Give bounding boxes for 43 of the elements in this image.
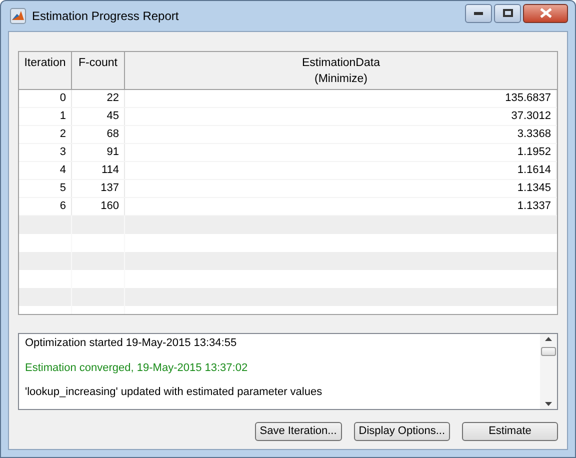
- table-cell: 6: [19, 198, 72, 215]
- table-cell: 37.3012: [125, 108, 557, 125]
- scroll-up-icon[interactable]: [545, 337, 552, 341]
- app-icon: [10, 8, 26, 24]
- table-cell: 1.1345: [125, 180, 557, 197]
- scroll-down-icon[interactable]: [545, 402, 552, 406]
- table-cell: 1.1337: [125, 198, 557, 215]
- minimize-button[interactable]: [465, 4, 492, 22]
- log-line: 'lookup_increasing' updated with estimated parameter values: [25, 386, 322, 398]
- table-cell: 68: [72, 126, 125, 143]
- close-button[interactable]: [523, 4, 568, 22]
- table-cell: 1.1952: [125, 144, 557, 161]
- action-button[interactable]: Display Options...: [354, 422, 450, 441]
- table-cell: 45: [72, 108, 125, 125]
- table-cell: 3.3368: [125, 126, 557, 143]
- table-cell: 160: [72, 198, 125, 215]
- action-button[interactable]: Save Iteration...: [254, 422, 342, 441]
- column-header: Iteration: [24, 56, 66, 71]
- log-line: Optimization started 19-May-2015 13:34:55: [25, 337, 237, 349]
- window-title: Estimation Progress Report: [32, 8, 179, 25]
- table-cell: 91: [72, 144, 125, 161]
- table-cell: 3: [19, 144, 72, 161]
- table-cell: 114: [72, 162, 125, 179]
- table-cell: 135.6837: [125, 90, 557, 107]
- maximize-button[interactable]: [494, 4, 521, 22]
- log-line: Estimation converged, 19-May-2015 13:37:02: [25, 362, 248, 374]
- table-cell: 1.1614: [125, 162, 557, 179]
- column-header: F-count: [78, 56, 118, 71]
- close-icon: [540, 8, 552, 18]
- table-cell: 5: [19, 180, 72, 197]
- table-cell: 137: [72, 180, 125, 197]
- table-cell: 22: [72, 90, 125, 107]
- scrollbar[interactable]: [540, 334, 557, 409]
- minimize-icon: [474, 12, 483, 14]
- table-cell: 2: [19, 126, 72, 143]
- action-button[interactable]: Estimate: [462, 422, 558, 441]
- table-cell: 0: [19, 90, 72, 107]
- table-cell: 4: [19, 162, 72, 179]
- maximize-icon: [502, 9, 512, 17]
- scroll-thumb[interactable]: [541, 347, 556, 356]
- column-header: EstimationData: [302, 56, 380, 71]
- table-cell: 1: [19, 108, 72, 125]
- column-subheader: (Minimize): [314, 72, 368, 87]
